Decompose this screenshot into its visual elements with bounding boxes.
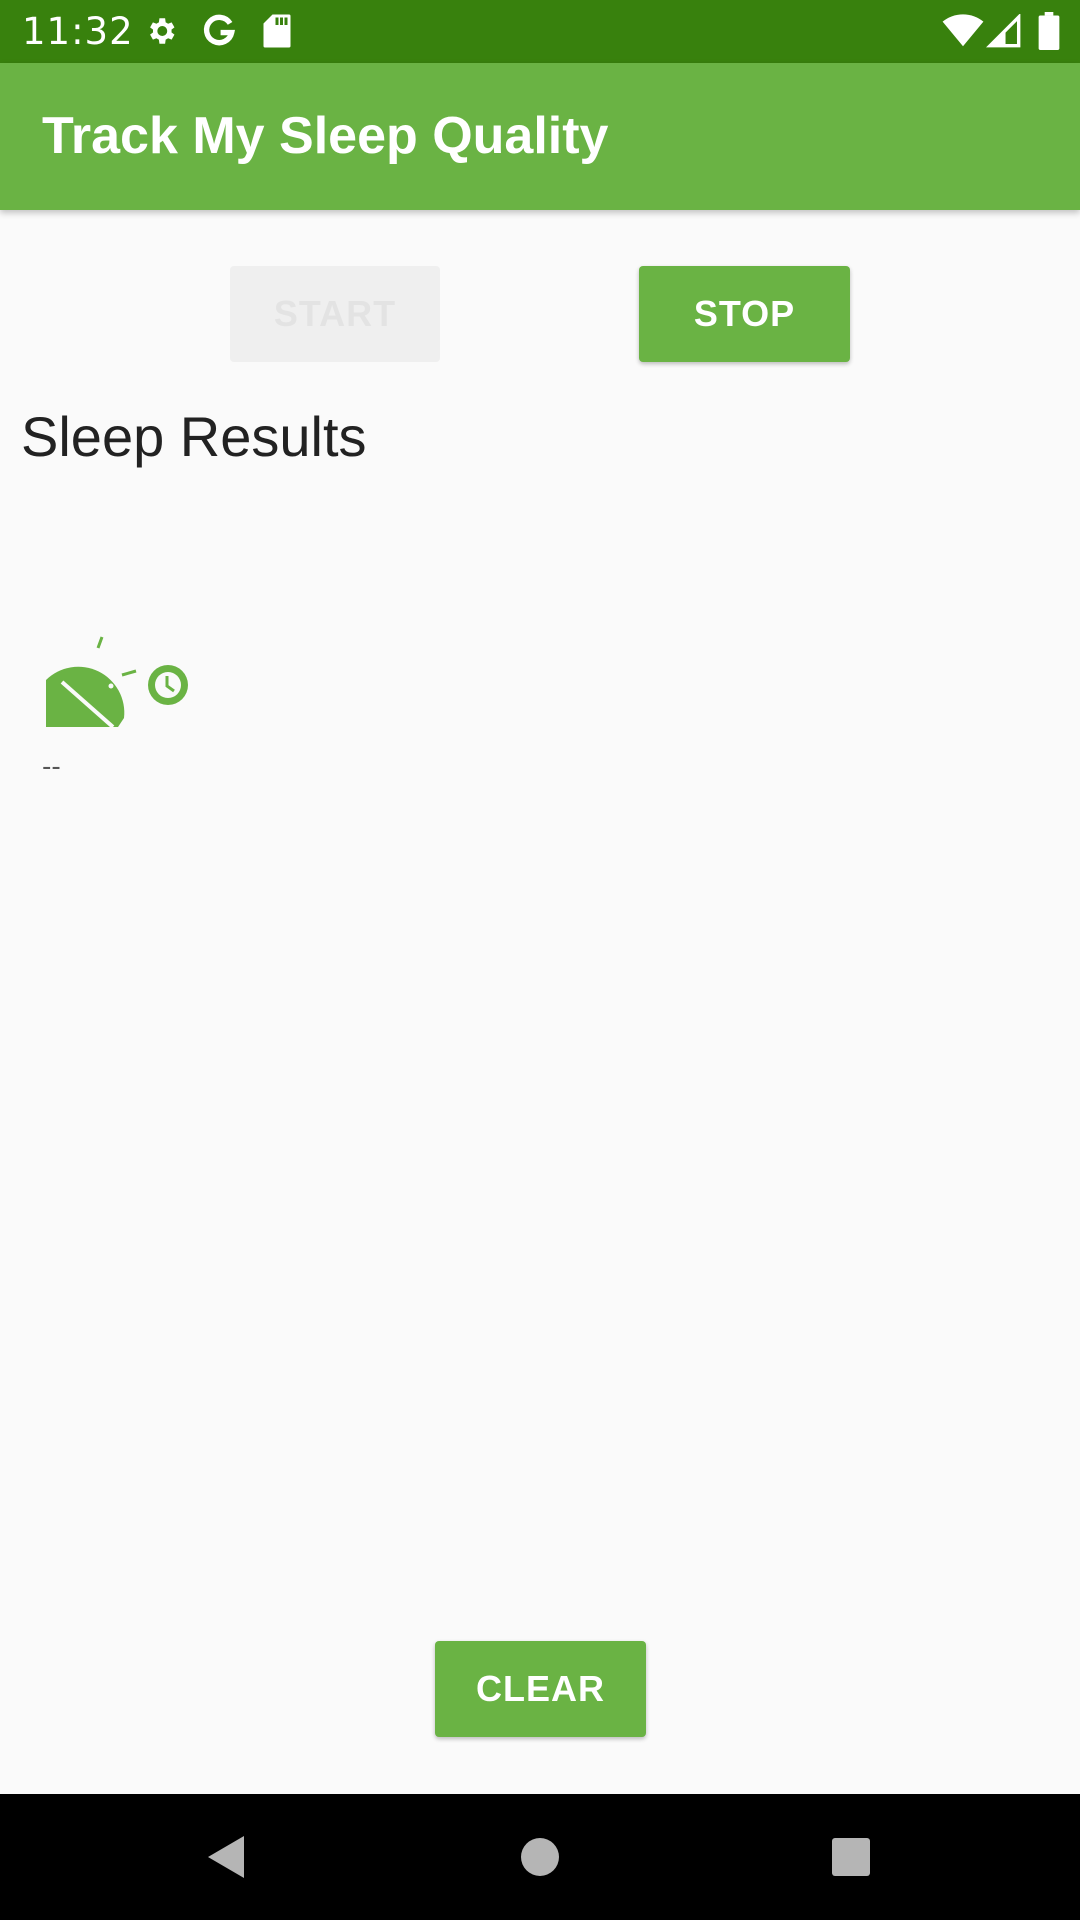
home-icon[interactable] [519, 1834, 561, 1880]
navigation-bar [0, 1794, 1080, 1920]
wifi-icon [942, 14, 984, 48]
clear-button[interactable]: Clear [435, 1641, 646, 1737]
sleep-quality-icon [40, 630, 200, 734]
start-button[interactable]: Start [230, 266, 440, 362]
app-title: Track My Sleep Quality [42, 107, 609, 165]
sleep-duration-text: -- [42, 752, 61, 782]
gear-icon [144, 12, 178, 50]
recents-icon[interactable] [831, 1834, 871, 1880]
battery-icon [1038, 12, 1060, 50]
back-icon[interactable] [204, 1834, 248, 1880]
screen: 11:32 Track My Sleep Quality START STOP … [0, 0, 1080, 1920]
google-g-icon [200, 12, 238, 50]
sd-card-icon [262, 12, 292, 50]
app-bar: Track My Sleep Quality [0, 63, 1080, 210]
signal-icon [986, 14, 1022, 48]
stop-button[interactable]: Stop [639, 266, 850, 362]
status-time: 11:32 [22, 10, 134, 53]
list-item[interactable]: -- [40, 630, 220, 790]
sleep-results-title: Sleep Results [21, 405, 367, 468]
status-bar: 11:32 [0, 0, 1080, 63]
